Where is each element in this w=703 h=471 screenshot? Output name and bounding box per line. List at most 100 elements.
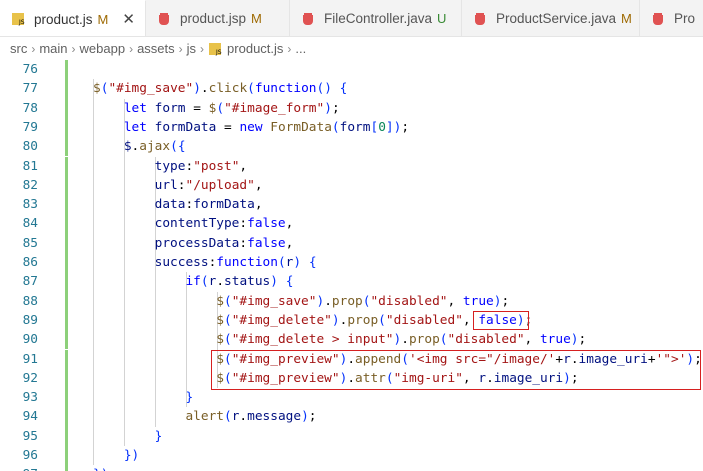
code-text: $.ajax({ xyxy=(123,139,186,155)
git-change-marker[interactable] xyxy=(65,79,68,99)
tab-label: Pro xyxy=(673,11,695,26)
code-text: }) xyxy=(123,448,140,463)
git-change-marker[interactable] xyxy=(65,233,68,253)
code-text: url:"/upload", xyxy=(154,177,263,193)
code-text: alert(r.message); xyxy=(185,409,317,425)
highlight-box xyxy=(211,350,701,390)
java-file-icon xyxy=(300,11,316,27)
git-change-marker[interactable] xyxy=(65,310,68,331)
tab-label: FileController.java xyxy=(323,11,432,26)
js-file-icon: JS xyxy=(10,11,26,27)
code-line[interactable]: 80 $.ajax({ xyxy=(0,137,703,157)
code-line[interactable]: 97}) xyxy=(0,465,703,471)
close-icon[interactable]: ✕ xyxy=(122,10,135,28)
line-number: 92 xyxy=(22,370,38,386)
breadcrumb-item[interactable]: webapp xyxy=(80,41,126,56)
java-file-icon xyxy=(472,11,488,27)
code-line[interactable]: 90 $("#img_delete > input").prop("disabl… xyxy=(0,330,703,350)
breadcrumb-item[interactable]: product.js xyxy=(227,41,283,56)
highlight-box xyxy=(473,311,529,330)
code-line[interactable]: 86 success:function(r) { xyxy=(0,253,703,273)
git-change-marker[interactable] xyxy=(65,98,68,118)
code-line[interactable]: 78 let form = $("#image_form"); xyxy=(0,98,703,118)
chevron-right-icon: › xyxy=(129,41,134,56)
git-change-marker[interactable] xyxy=(65,253,68,273)
breadcrumb-item[interactable]: ... xyxy=(295,41,306,56)
tab-pro-partial[interactable]: Pro xyxy=(640,0,703,36)
git-change-marker[interactable] xyxy=(65,272,68,292)
git-change-marker[interactable] xyxy=(65,388,68,408)
git-change-marker[interactable] xyxy=(65,291,68,311)
code-editor[interactable]: 76 77 $("#img_save").click(function() {78 … xyxy=(0,60,703,471)
tab-label: ProductService.java xyxy=(495,11,617,26)
line-number: 78 xyxy=(22,100,38,116)
code-line[interactable]: 77 $("#img_save").click(function() { xyxy=(0,79,703,99)
git-change-marker[interactable] xyxy=(65,60,68,80)
tab-label: product.js xyxy=(34,11,93,27)
chevron-right-icon: › xyxy=(71,41,76,56)
line-number: 81 xyxy=(22,158,38,174)
git-change-marker[interactable] xyxy=(65,137,68,157)
code-text: data:formData, xyxy=(154,197,263,213)
code-line[interactable]: 87 if(r.status) { xyxy=(0,272,703,292)
code-line[interactable]: 82 url:"/upload", xyxy=(0,175,703,196)
line-number: 95 xyxy=(22,428,38,444)
code-line[interactable]: 84 contentType:false, xyxy=(0,214,703,234)
git-change-marker[interactable] xyxy=(65,175,68,196)
code-text: processData:false, xyxy=(154,235,294,251)
git-change-marker[interactable] xyxy=(65,195,68,215)
tab-filecontroller-java[interactable]: FileController.java U xyxy=(290,0,462,36)
line-number: 93 xyxy=(22,390,38,406)
git-change-marker[interactable] xyxy=(65,349,68,369)
git-change-marker[interactable] xyxy=(65,330,68,350)
tab-product-jsp[interactable]: product.jsp M xyxy=(146,0,290,36)
code-line[interactable]: 83 data:formData, xyxy=(0,195,703,215)
code-line[interactable]: 81 type:"post", xyxy=(0,156,703,176)
git-change-marker[interactable] xyxy=(65,117,68,138)
code-line[interactable]: 95 } xyxy=(0,426,703,446)
code-line[interactable]: 76 xyxy=(0,60,703,80)
breadcrumb-item[interactable]: main xyxy=(39,41,67,56)
editor-tab-bar: JS product.js M ✕ product.jsp M FileCont… xyxy=(0,0,703,37)
breadcrumb-item[interactable]: js xyxy=(187,41,196,56)
line-number: 83 xyxy=(22,197,38,213)
code-line[interactable]: 85 processData:false, xyxy=(0,233,703,253)
breadcrumb-item[interactable]: assets xyxy=(137,41,175,56)
line-number: 77 xyxy=(22,81,38,97)
tab-productservice-java[interactable]: ProductService.java M xyxy=(462,0,640,36)
git-change-marker[interactable] xyxy=(65,465,68,471)
git-change-marker[interactable] xyxy=(65,214,68,234)
tab-label: product.jsp xyxy=(179,11,246,26)
chevron-right-icon: › xyxy=(178,41,183,56)
line-number: 90 xyxy=(22,332,38,348)
code-line[interactable]: 93 } xyxy=(0,388,703,408)
line-number: 86 xyxy=(22,255,38,270)
code-line[interactable]: 79 let formData = new FormData(form[0]); xyxy=(0,117,703,138)
git-change-marker[interactable] xyxy=(65,156,68,176)
code-text: } xyxy=(154,428,163,444)
line-number: 85 xyxy=(22,235,38,251)
code-text: let formData = new FormData(form[0]); xyxy=(123,119,410,135)
code-text: success:function(r) { xyxy=(154,255,317,270)
code-line[interactable]: 96 }) xyxy=(0,446,703,466)
line-number: 97 xyxy=(0,465,38,471)
code-line[interactable]: 89 $("#img_delete").prop("disabled", fal… xyxy=(0,310,703,331)
git-change-marker[interactable] xyxy=(65,426,68,446)
git-change-marker[interactable] xyxy=(65,446,68,466)
code-text: let form = $("#image_form"); xyxy=(123,100,340,116)
tab-git-status: U xyxy=(437,11,447,26)
code-text: }) xyxy=(93,465,108,471)
line-number: 91 xyxy=(22,351,38,367)
code-line[interactable]: 88 $("#img_save").prop("disabled", true)… xyxy=(0,291,703,311)
breadcrumb-item[interactable]: src xyxy=(10,41,27,56)
line-number: 82 xyxy=(22,177,38,193)
tab-product-js[interactable]: JS product.js M ✕ xyxy=(0,0,146,36)
git-change-marker[interactable] xyxy=(65,407,68,427)
code-line[interactable]: 94 alert(r.message); xyxy=(0,407,703,427)
code-text: } xyxy=(185,390,194,406)
line-number: 88 xyxy=(22,293,38,309)
code-text: $("#img_delete").prop("disabled", false)… xyxy=(216,312,533,328)
code-text: if(r.status) { xyxy=(185,274,294,290)
line-number: 94 xyxy=(22,409,38,425)
git-change-marker[interactable] xyxy=(65,368,68,389)
